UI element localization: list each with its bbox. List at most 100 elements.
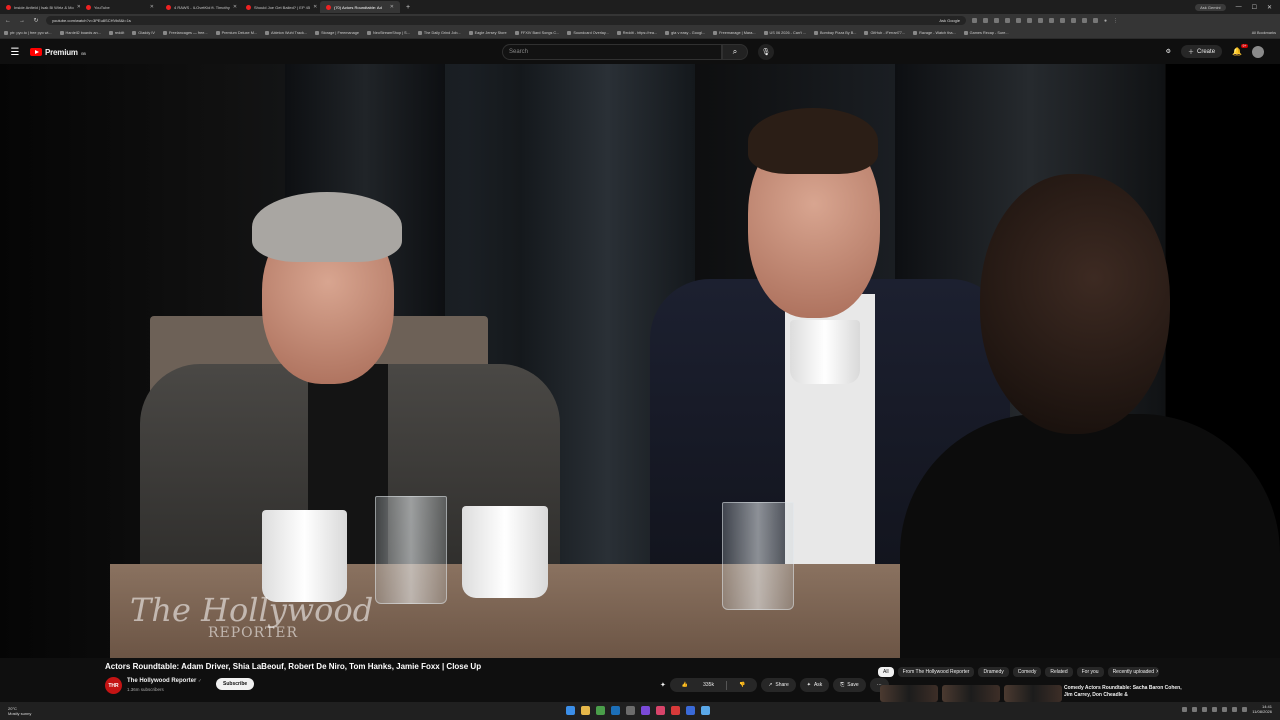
related-video-thumbnail[interactable]	[942, 685, 1000, 702]
bookmark-item[interactable]: FFXIV Bard Songs C...	[514, 30, 559, 35]
filter-chip[interactable]: Dramedy	[978, 667, 1009, 677]
app-icon[interactable]	[656, 706, 665, 715]
file-explorer-icon[interactable]	[581, 706, 590, 715]
close-tab-icon[interactable]: ✕	[313, 4, 317, 10]
chevron-right-icon[interactable]: ›	[1156, 668, 1158, 675]
bookmark-item[interactable]: Games Recap - Sure...	[963, 30, 1009, 35]
filter-chip[interactable]: Comedy	[1012, 667, 1042, 677]
ask-button[interactable]: ✦ Ask	[799, 678, 830, 692]
bookmark-item[interactable]: Soundcard Overlay...	[567, 30, 609, 35]
browser-tab[interactable]: 4 RAWS - ILOvetKid ft. Timothy ✕	[160, 1, 240, 13]
subscribe-button[interactable]: Subscribe	[216, 678, 255, 690]
extension-icon[interactable]	[983, 18, 988, 23]
browser-tab-active[interactable]: (70) Actors Roundtable: Ad ✕	[320, 1, 400, 13]
search-input[interactable]: Search	[502, 44, 722, 60]
notifications-bell-icon[interactable]: 🔔 9+	[1232, 44, 1248, 56]
tray-icon[interactable]	[1222, 706, 1228, 712]
bookmark-item[interactable]: Ravage - Watch tha...	[913, 30, 956, 35]
volume-icon[interactable]	[1242, 706, 1248, 712]
bookmark-item[interactable]: Gladdy IV	[132, 30, 155, 35]
like-button[interactable]: 👍 335k	[670, 682, 726, 688]
bookmark-item[interactable]: US 06 2026 - Can't ...	[763, 30, 806, 35]
sparkle-icon[interactable]: ✦	[660, 681, 666, 689]
new-tab-button[interactable]: +	[400, 4, 416, 11]
extension-icon[interactable]	[994, 18, 999, 23]
weather-widget[interactable]: 20°C Mostly sunny	[0, 706, 31, 716]
filter-chip[interactable]: For you	[1076, 667, 1104, 677]
dislike-button[interactable]: 👎	[727, 682, 757, 688]
close-tab-icon[interactable]: ✕	[390, 4, 394, 10]
extension-icon[interactable]	[1027, 18, 1032, 23]
start-icon[interactable]	[566, 706, 575, 715]
tray-icon[interactable]	[1202, 706, 1208, 712]
extension-icon[interactable]	[1093, 18, 1098, 23]
browser-tab[interactable]: Should Joe Get Bailed? | EP 45 ✕	[240, 1, 320, 13]
browser-tab[interactable]: Inside Anfield | Isak Bi Wirtz & Mo ✕	[0, 1, 80, 13]
bookmark-item[interactable]: GitHub - iFerrari77...	[864, 30, 905, 35]
browser-tab[interactable]: YouTube ✕	[80, 1, 160, 13]
bookmark-item[interactable]: reddit	[108, 30, 124, 35]
bookmark-item[interactable]: Bombay Pizza By B...	[813, 30, 856, 35]
wifi-icon[interactable]	[1232, 706, 1238, 712]
app-icon[interactable]	[671, 706, 680, 715]
settings-icon[interactable]	[626, 706, 635, 715]
bookmark-item[interactable]: Eagle Jersey Store	[468, 30, 507, 35]
tray-icon[interactable]	[1192, 706, 1198, 712]
extension-icon[interactable]	[972, 18, 977, 23]
bookmark-item[interactable]: Reddit - https://rea...	[616, 30, 657, 35]
filter-chip[interactable]: From The Hollywood Reporter	[897, 667, 975, 677]
channel-avatar[interactable]: THR	[105, 677, 122, 694]
share-button[interactable]: ↗ Share	[761, 678, 796, 692]
close-tab-icon[interactable]: ✕	[150, 4, 154, 10]
filter-chip[interactable]: Related	[1045, 667, 1073, 677]
video-player[interactable]: The Hollywood REPORTER	[0, 64, 1280, 658]
bookmark-item[interactable]: NeoStreamShop | S...	[367, 30, 410, 35]
youtube-logo[interactable]: Premium GB	[30, 48, 86, 57]
close-window-icon[interactable]: ✕	[1267, 4, 1272, 11]
bookmark-item[interactable]: Ableton Wuhi Track...	[265, 30, 307, 35]
related-video-thumbnail[interactable]	[1004, 685, 1062, 702]
save-button[interactable]: ⎘ Save	[833, 678, 866, 692]
create-button[interactable]: ＋ Create	[1181, 45, 1223, 58]
extension-icon[interactable]	[1049, 18, 1054, 23]
channel-name[interactable]: The Hollywood Reporter ✓	[127, 678, 202, 684]
discord-icon[interactable]	[641, 706, 650, 715]
forward-icon[interactable]: →	[18, 18, 26, 24]
related-video-title[interactable]: Comedy Actors Roundtable: Sacha Baron Co…	[1064, 685, 1184, 702]
minimize-icon[interactable]: —	[1236, 4, 1242, 10]
app-icon[interactable]	[701, 706, 710, 715]
close-tab-icon[interactable]: ✕	[233, 4, 237, 10]
bookmark-item[interactable]: Hardell2 boards an...	[59, 30, 101, 35]
profile-icon[interactable]: ●	[1104, 18, 1107, 24]
gear-icon[interactable]: ⚙	[1166, 48, 1171, 55]
back-icon[interactable]: ←	[4, 18, 12, 24]
reload-icon[interactable]: ↻	[32, 17, 40, 24]
all-bookmarks-button[interactable]: All Bookmarks	[1252, 31, 1276, 35]
url-field[interactable]: youtube.com/watch?v=3PEu8SCHVb8&t=1s Ask …	[46, 16, 966, 25]
account-avatar[interactable]	[1252, 45, 1264, 58]
ask-google-button[interactable]: Ask Google	[939, 18, 960, 23]
bookmark-item[interactable]: Freemanage | Mara...	[713, 30, 756, 35]
search-button[interactable]: ⌕	[722, 44, 748, 60]
steam-icon[interactable]	[611, 706, 620, 715]
chrome-icon[interactable]	[596, 706, 605, 715]
tray-icon[interactable]	[1182, 706, 1188, 712]
menu-dots-icon[interactable]: ⋮	[1113, 18, 1118, 24]
bookmark-item[interactable]: Storage | Freemanage	[315, 30, 359, 35]
extension-icon[interactable]	[1005, 18, 1010, 23]
extension-icon[interactable]	[1082, 18, 1087, 23]
extension-icon[interactable]	[1071, 18, 1076, 23]
hamburger-menu-icon[interactable]: ☰	[0, 47, 30, 58]
maximize-icon[interactable]: ☐	[1252, 4, 1257, 11]
bookmark-item[interactable]: Freelancages — free...	[162, 30, 208, 35]
app-icon[interactable]	[686, 706, 695, 715]
bookmark-item[interactable]: ptr: pyo.to | free pyo wi...	[4, 30, 52, 35]
bookmark-item[interactable]: The Daily Grind Job...	[417, 30, 461, 35]
extension-icon[interactable]	[1038, 18, 1043, 23]
related-video-thumbnail[interactable]	[880, 685, 938, 702]
filter-chip[interactable]: All	[878, 667, 894, 677]
bookmark-item[interactable]: gta v easy - Googl...	[665, 30, 705, 35]
extension-icon[interactable]	[1060, 18, 1065, 23]
tray-icon[interactable]	[1212, 706, 1218, 712]
filter-chip[interactable]: Recently uploaded	[1107, 667, 1159, 677]
